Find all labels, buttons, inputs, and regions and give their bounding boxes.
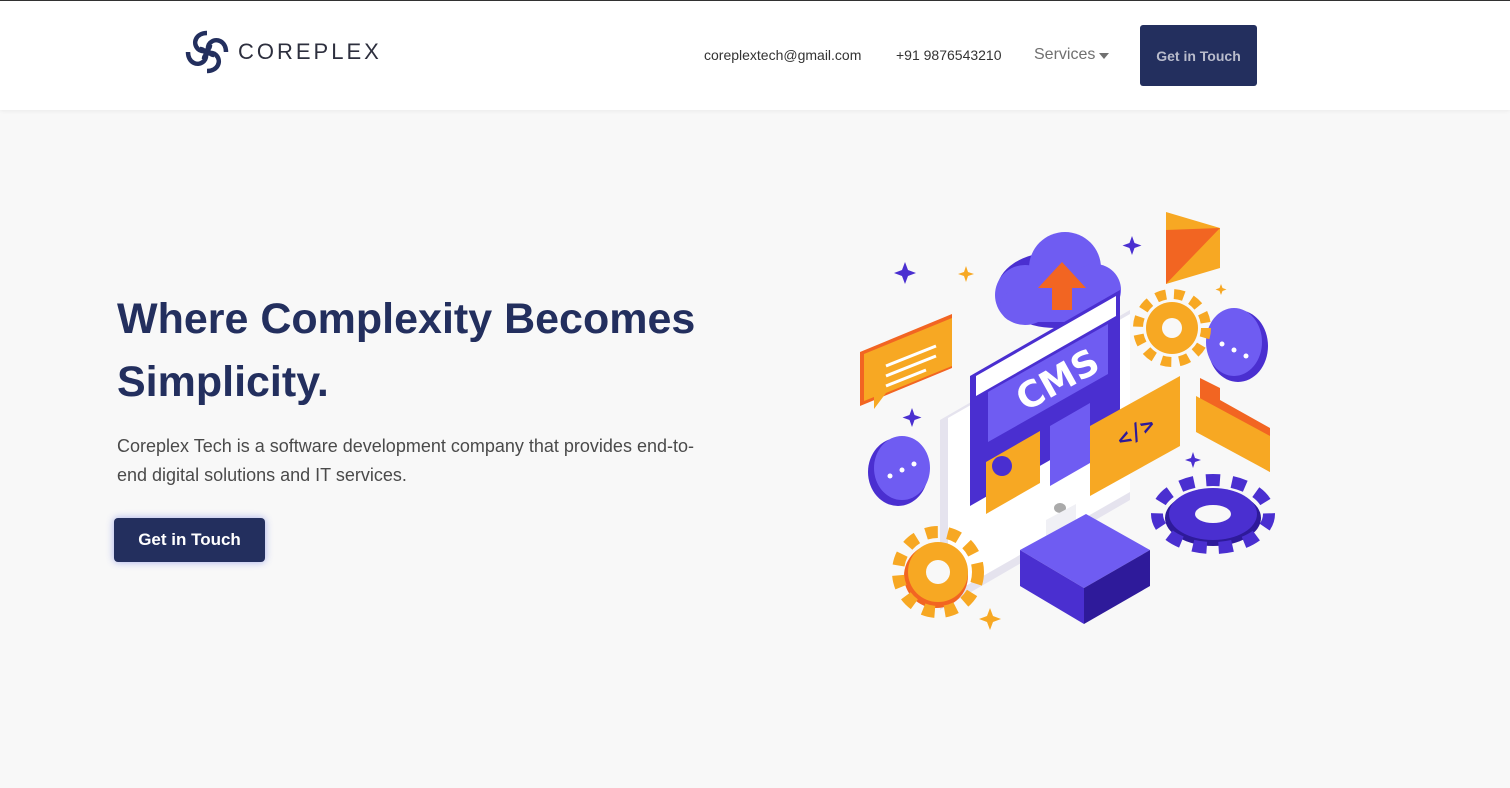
chat-dots-icon [868,436,930,506]
contact-email[interactable]: coreplextech@gmail.com [704,47,861,63]
contact-phone[interactable]: +91 9876543210 [896,47,1002,63]
flag-icon [1166,212,1220,284]
gear-icon [1151,474,1275,554]
hero-description: Coreplex Tech is a software development … [117,436,694,485]
hero-title: Where Complexity Becomes Simplicity. [117,295,696,406]
brand-name: COREPLEX [238,39,382,64]
caret-down-icon [1099,53,1110,59]
services-dropdown[interactable]: Services [1034,46,1110,64]
services-label: Services [1034,46,1096,63]
chat-dots-icon [1206,308,1268,382]
cms-illustration: CMS </> [860,212,1275,630]
message-bubble-icon [860,314,952,409]
header-get-in-touch-button[interactable]: Get in Touch [1140,25,1257,86]
coreplex-logo-icon [185,30,229,74]
logo[interactable]: COREPLEX [182,27,382,77]
gear-icon [1133,289,1211,367]
navbar: COREPLEX coreplextech@gmail.com +91 9876… [0,1,1510,110]
hero-get-in-touch-button[interactable]: Get in Touch [114,518,265,562]
folder-icon [1196,378,1270,472]
